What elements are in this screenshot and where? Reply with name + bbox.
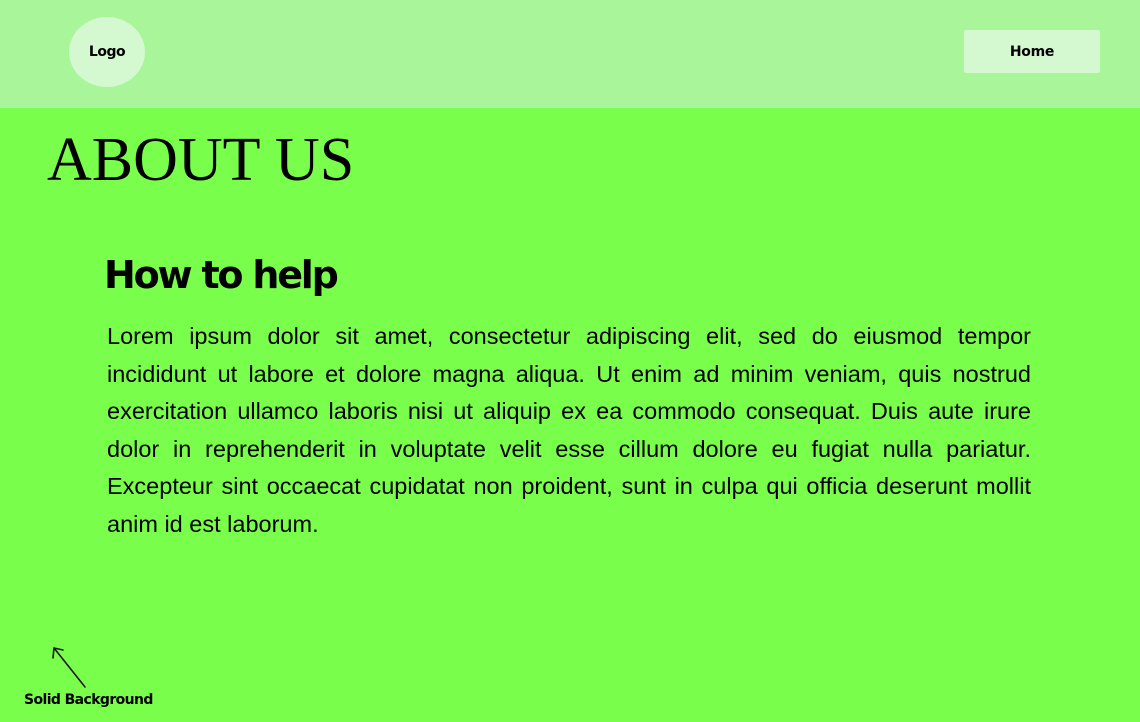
logo[interactable]: Logo (69, 17, 145, 87)
arrow-up-left-icon (52, 647, 86, 688)
home-button-label: Home (1009, 43, 1055, 60)
home-button[interactable]: Home (964, 30, 1100, 73)
page-title: ABOUT US (47, 126, 355, 194)
section-heading: How to help (104, 253, 339, 297)
logo-label: Logo (88, 44, 126, 60)
annotation-label: Solid Background (24, 692, 153, 708)
body-paragraph: Lorem ipsum dolor sit amet, consectetur … (107, 323, 1031, 537)
header-bar: Logo Home (0, 0, 1140, 108)
